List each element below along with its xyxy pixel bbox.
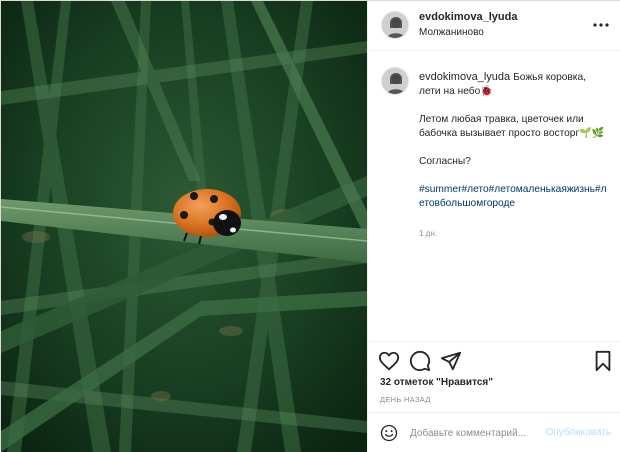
likes-count[interactable]: 32 отметок "Нравится": [380, 377, 493, 388]
avatar-photo-icon: [382, 12, 408, 38]
avatar[interactable]: [381, 11, 409, 39]
post-photo[interactable]: [1, 1, 367, 452]
avatar-photo-icon: [382, 68, 408, 94]
instagram-post: evdokimova_lyuda Молжаниново evdokimova_…: [0, 0, 620, 452]
caption-avatar[interactable]: [381, 67, 409, 95]
bookmark-icon[interactable]: [592, 350, 614, 372]
caption-username-link[interactable]: evdokimova_lyuda: [419, 71, 510, 83]
comment-icon[interactable]: [409, 350, 431, 372]
emoji-icon[interactable]: [380, 424, 398, 442]
post-sidebar: evdokimova_lyuda Молжаниново evdokimova_…: [367, 1, 620, 452]
add-comment-bar: Опубликовать: [368, 412, 620, 452]
caption-line-2: Летом любая травка, цветочек или бабочка…: [419, 114, 605, 139]
username-link[interactable]: evdokimova_lyuda: [419, 11, 517, 23]
comments-section: evdokimova_lyuda Божья коровка, лети на н…: [368, 51, 620, 341]
location-link[interactable]: Молжаниново: [419, 27, 484, 38]
comment-input[interactable]: [410, 425, 540, 441]
caption-line-3: Согласны?: [419, 156, 471, 167]
caption-hashtags[interactable]: #summer#лето#летомаленькаяжизнь#летовбол…: [419, 183, 607, 211]
more-options-icon[interactable]: [591, 15, 611, 35]
share-icon[interactable]: [440, 350, 462, 372]
post-header: evdokimova_lyuda Молжаниново: [368, 1, 620, 51]
post-caption: evdokimova_lyuda Божья коровка, лети на н…: [419, 70, 607, 211]
post-date: ДЕНЬ НАЗАД: [380, 395, 431, 404]
ladybug-on-grass-image: [1, 1, 367, 452]
publish-button[interactable]: Опубликовать: [546, 427, 611, 438]
heart-icon[interactable]: [378, 350, 400, 372]
caption-timestamp[interactable]: 1 дн.: [419, 229, 437, 238]
